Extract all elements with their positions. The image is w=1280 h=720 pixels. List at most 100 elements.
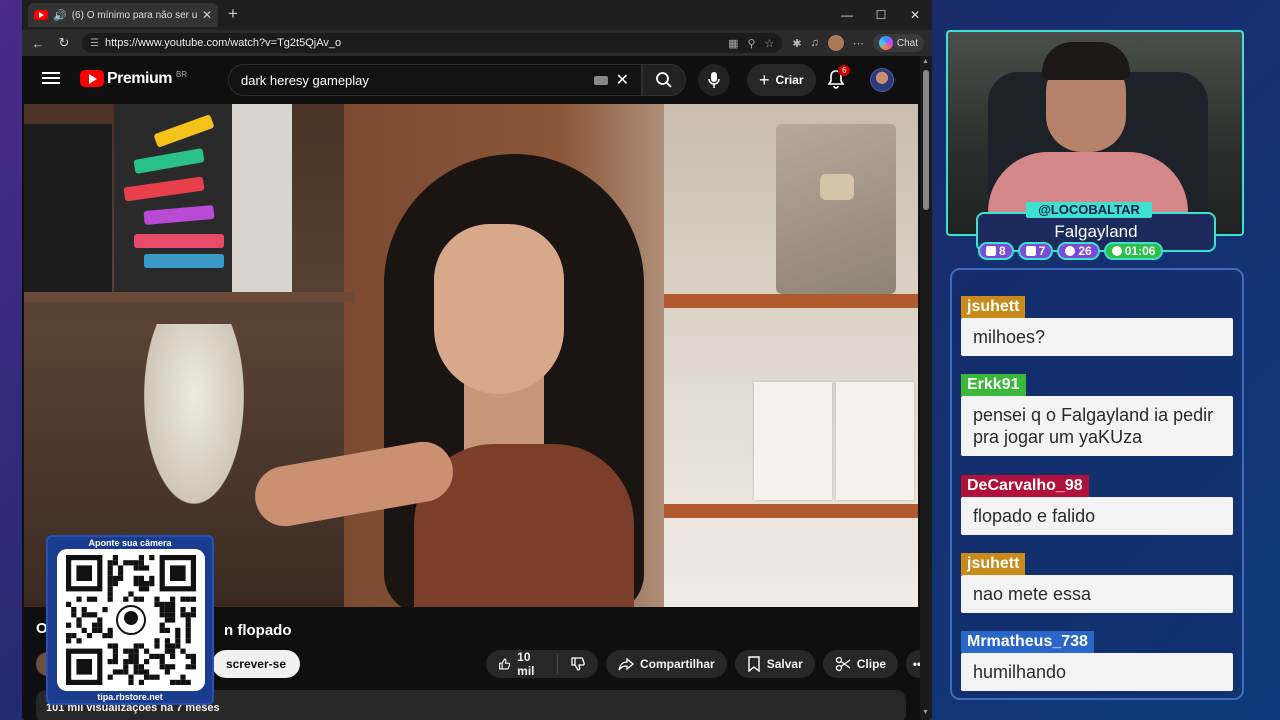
extensions-icon[interactable]: ✱ bbox=[792, 37, 801, 50]
chat-message: Erkk91 pensei q o Falgayland ia pedir pr… bbox=[961, 374, 1233, 456]
clear-search-icon[interactable]: ✕ bbox=[616, 70, 629, 90]
scroll-up-icon[interactable]: ▲ bbox=[922, 58, 929, 65]
video-title-end: n flopado bbox=[224, 622, 292, 639]
chat-username: jsuhett bbox=[961, 553, 1026, 575]
microphone-icon bbox=[708, 72, 720, 88]
menu-icon[interactable] bbox=[42, 69, 60, 87]
search-icon bbox=[656, 72, 672, 88]
chat-username: DeCarvalho_98 bbox=[961, 475, 1089, 497]
search-button[interactable] bbox=[642, 64, 686, 96]
clip-button[interactable]: Clipe bbox=[822, 650, 899, 678]
url-tools: ▦ ⚲ ☆ bbox=[728, 37, 774, 50]
scroll-down-icon[interactable]: ▼ bbox=[922, 709, 929, 716]
site-info-icon[interactable]: ☰ bbox=[90, 38, 99, 49]
back-icon[interactable]: ← bbox=[30, 36, 46, 51]
clock-icon bbox=[1111, 246, 1122, 256]
game-title: Falgayland bbox=[1054, 222, 1138, 241]
youtube-icon bbox=[1025, 246, 1036, 256]
browser-tab[interactable]: 🔊 (6) O mínimo para não ser um ✕ bbox=[28, 3, 218, 27]
favorite-star-icon[interactable]: ☆ bbox=[765, 37, 775, 50]
qr-top-text: Aponte sua câmera bbox=[88, 538, 172, 548]
youtube-header: Premium BR dark heresy gameplay ✕ + Cria… bbox=[22, 56, 920, 104]
scissors-icon bbox=[835, 656, 851, 672]
profile-avatar[interactable] bbox=[827, 35, 844, 51]
url-text: https://www.youtube.com/watch?v=Tg2t5QjA… bbox=[104, 37, 342, 49]
chat-text: flopado e falido bbox=[961, 497, 1233, 535]
chat-text: humilhando bbox=[961, 653, 1233, 691]
maximize-icon[interactable]: ☐ bbox=[864, 0, 898, 30]
page-scrollbar[interactable]: ▲ ▼ bbox=[920, 56, 932, 720]
kick-icon bbox=[1065, 246, 1076, 256]
stat-twitch: 8 bbox=[978, 242, 1014, 260]
qr-code-image bbox=[66, 555, 196, 685]
search-input[interactable]: dark heresy gameplay ✕ bbox=[228, 64, 642, 96]
logo-text: Premium bbox=[107, 70, 172, 87]
tab-title: (6) O mínimo para não ser um bbox=[71, 9, 197, 21]
chat-message: jsuhett nao mete essa bbox=[961, 553, 1233, 613]
chat-username: Mrmatheus_738 bbox=[961, 631, 1094, 653]
chat-label: Chat bbox=[896, 37, 918, 49]
notification-badge: 6 bbox=[838, 65, 851, 76]
url-field[interactable]: ☰ https://www.youtube.com/watch?v=Tg2t5Q… bbox=[82, 33, 783, 53]
share-icon bbox=[618, 657, 635, 671]
subscribe-label: screver-se bbox=[225, 657, 286, 671]
extensions-area: ✱ ♫ ⋯ Chat bbox=[792, 34, 924, 52]
account-avatar[interactable] bbox=[870, 68, 894, 92]
voice-search-button[interactable] bbox=[698, 64, 730, 96]
copilot-icon bbox=[878, 36, 893, 50]
stat-youtube: 7 bbox=[1017, 242, 1054, 260]
search-query: dark heresy gameplay bbox=[241, 72, 369, 88]
chat-username: Erkk91 bbox=[961, 374, 1026, 396]
stat-value: 01:06 bbox=[1124, 244, 1156, 258]
chat-message: jsuhett milhoes? bbox=[961, 296, 1233, 356]
save-label: Salvar bbox=[766, 657, 803, 671]
youtube-play-icon bbox=[80, 70, 104, 87]
media-icon[interactable]: ♫ bbox=[811, 37, 819, 49]
clip-label: Clipe bbox=[856, 657, 887, 671]
thumbs-down-icon bbox=[571, 657, 585, 671]
zoom-icon[interactable]: ⚲ bbox=[747, 37, 755, 50]
like-count: 10 mil bbox=[517, 650, 535, 678]
new-tab-icon[interactable]: + bbox=[228, 4, 238, 24]
tab-bar: 🔊 (6) O mínimo para não ser um ✕ + — ☐ ✕ bbox=[22, 0, 932, 30]
video-actions: 10 mil Compartilhar Salvar Clipe bbox=[486, 650, 932, 678]
chat-username: jsuhett bbox=[961, 296, 1026, 318]
chat-text: nao mete essa bbox=[961, 575, 1233, 613]
copilot-chat-button[interactable]: Chat bbox=[872, 34, 924, 52]
stat-kick: 26 bbox=[1057, 242, 1100, 260]
like-dislike-group: 10 mil bbox=[486, 650, 599, 678]
chat-message: DeCarvalho_98 flopado e falido bbox=[961, 475, 1233, 535]
create-button[interactable]: + Criar bbox=[747, 64, 816, 96]
youtube-logo[interactable]: Premium BR bbox=[80, 70, 187, 88]
address-bar: ← ↻ ☰ https://www.youtube.com/watch?v=Tg… bbox=[22, 30, 932, 56]
keyboard-icon[interactable] bbox=[593, 75, 608, 85]
close-tab-icon[interactable]: ✕ bbox=[202, 8, 212, 22]
stat-uptime: 01:06 bbox=[1103, 242, 1164, 260]
country-code: BR bbox=[175, 70, 188, 79]
scrollbar-thumb[interactable] bbox=[923, 70, 929, 210]
qr-bottom-text: tipa.rbstore.net bbox=[97, 692, 163, 702]
stream-stats: 8 7 26 01:06 bbox=[978, 242, 1164, 260]
plus-icon: + bbox=[759, 70, 770, 90]
subscribe-button[interactable]: screver-se bbox=[212, 650, 300, 678]
more-options-icon[interactable]: ⋯ bbox=[853, 37, 864, 50]
video-player[interactable] bbox=[24, 104, 918, 607]
share-button[interactable]: Compartilhar bbox=[606, 650, 727, 678]
notifications-button[interactable]: 6 bbox=[826, 65, 851, 91]
dislike-button[interactable] bbox=[558, 650, 598, 678]
qr-code bbox=[57, 549, 205, 691]
stat-value: 7 bbox=[1038, 244, 1046, 258]
chat-text: milhoes? bbox=[961, 318, 1233, 356]
close-window-icon[interactable]: ✕ bbox=[898, 0, 932, 30]
stat-value: 26 bbox=[1078, 244, 1092, 258]
speaker-icon[interactable]: 🔊 bbox=[53, 9, 67, 22]
like-button[interactable]: 10 mil bbox=[486, 650, 557, 678]
thumbs-up-icon bbox=[499, 658, 511, 670]
twitch-icon bbox=[986, 246, 996, 256]
streamer-handle: @LOCOBALTAR bbox=[1026, 202, 1152, 218]
save-button[interactable]: Salvar bbox=[734, 650, 815, 678]
refresh-icon[interactable]: ↻ bbox=[56, 35, 72, 51]
minimize-icon[interactable]: — bbox=[830, 0, 864, 30]
app-available-icon[interactable]: ▦ bbox=[728, 37, 738, 50]
bookmark-icon bbox=[748, 656, 760, 672]
